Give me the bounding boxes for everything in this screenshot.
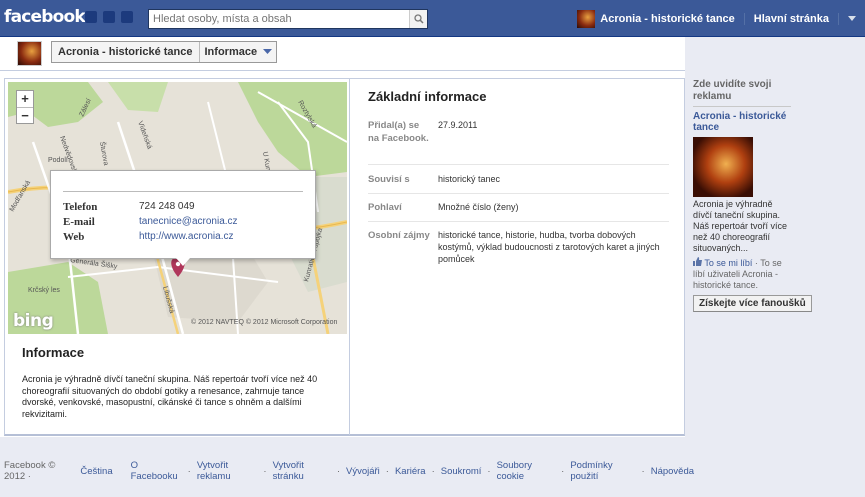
info-row-interests: Osobní zájmy historické tance, historie,… — [368, 229, 669, 271]
page-content: Acronia - historické tance Informace Zál… — [0, 37, 685, 437]
info-row-joined: Přidal(a) se na Facebook. 27.9.2011 — [368, 119, 669, 165]
popup-pointer — [176, 258, 190, 266]
ad-title-link[interactable]: Acronia - historické tance — [693, 111, 813, 133]
right-column: Základní informace Přidal(a) se na Faceb… — [351, 79, 684, 435]
ad-text: Acronia je výhradně dívčí taneční skupin… — [693, 199, 788, 253]
info-row-gender: Pohlaví Množné číslo (ženy) — [368, 201, 669, 222]
web-label: Web — [63, 231, 85, 243]
footer-link[interactable]: Soukromí — [441, 466, 482, 477]
footer-copyright: Facebook © 2012 · — [4, 460, 56, 482]
footer-link[interactable]: Soubory cookie — [497, 460, 556, 482]
info-row-value: Množné číslo (ženy) — [438, 202, 519, 212]
chevron-down-icon — [848, 16, 856, 21]
zoom-in-button[interactable]: + — [17, 91, 33, 107]
map-zoom-control: + − — [16, 90, 34, 124]
footer: Facebook © 2012 · Čeština O Facebooku · V… — [4, 460, 695, 482]
section-dropdown-label: Informace — [204, 46, 258, 58]
facebook-logo[interactable]: facebook — [4, 7, 86, 27]
zoom-out-button[interactable]: − — [17, 107, 33, 123]
map-street-label: Krčský les — [28, 287, 60, 294]
basic-info-title: Základní informace — [368, 89, 487, 104]
left-column: Zálesí Šturova Vídeňská Nedvědovská Podo… — [5, 79, 350, 435]
web-link[interactable]: http://www.acronia.cz — [139, 231, 233, 242]
info-row-label: Přidal(a) se na Facebook. — [368, 120, 429, 144]
account-menu-button[interactable] — [839, 0, 865, 37]
info-row-label: Pohlaví — [368, 202, 402, 213]
footer-language-link[interactable]: Čeština — [80, 466, 112, 477]
footer-link[interactable]: Vytvořit stránku — [273, 460, 331, 482]
breadcrumb-page-link[interactable]: Acronia - historické tance — [52, 42, 200, 62]
page-subheader: Acronia - historické tance Informace — [0, 37, 685, 71]
bing-logo: bing — [13, 311, 54, 331]
phone-value: 724 248 049 — [139, 201, 195, 212]
ads-heading[interactable]: Zde uvidíte svoji reklamu — [693, 79, 791, 107]
email-link[interactable]: tanecnice@acronia.cz — [139, 216, 238, 227]
search-icon — [413, 14, 424, 24]
messages-icon[interactable] — [103, 11, 115, 23]
email-label: E-mail — [63, 216, 95, 228]
info-row-label: Osobní zájmy — [368, 230, 430, 241]
ad-like-row: To se mi líbí · To se líbí uživateli Acr… — [693, 257, 793, 291]
info-row-value: historický tanec — [438, 174, 501, 184]
search-input[interactable] — [149, 10, 404, 28]
breadcrumb: Acronia - historické tance Informace — [51, 41, 278, 63]
info-row-related: Souvisí s historický tanec — [368, 173, 669, 194]
ads-sidebar: Zde uvidíte svoji reklamu Acronia - hist… — [693, 79, 813, 312]
info-panel: Zálesí Šturova Vídeňská Nedvědovská Podo… — [4, 78, 685, 436]
section-dropdown[interactable]: Informace — [200, 42, 277, 62]
footer-link[interactable]: O Facebooku — [131, 460, 182, 482]
user-name-link[interactable]: Acronia - historické tance — [600, 12, 745, 25]
footer-link[interactable]: Kariéra — [395, 466, 426, 477]
about-text: Acronia je výhradně dívčí taneční skupin… — [22, 374, 318, 419]
search-button[interactable] — [409, 10, 427, 28]
user-avatar[interactable] — [577, 9, 596, 28]
popup-divider — [63, 191, 303, 192]
info-row-label: Souvisí s — [368, 174, 410, 185]
footer-link[interactable]: Nápověda — [651, 466, 694, 477]
info-row-value: historické tance, historie, hudba, tvorb… — [438, 230, 660, 264]
map-contact-popup: Telefon 724 248 049 E-mail tanecnice@acr… — [50, 170, 316, 259]
top-bar-right: Acronia - historické tance Hlavní stránk… — [577, 0, 865, 37]
friend-requests-icon[interactable] — [85, 11, 97, 23]
footer-link[interactable]: Podmínky použití — [570, 460, 635, 482]
thumbs-up-icon — [693, 257, 702, 266]
footer-link[interactable]: Vytvořit reklamu — [197, 460, 258, 482]
footer-link[interactable]: Vývojáři — [346, 466, 380, 477]
notifications-icon[interactable] — [121, 11, 133, 23]
phone-label: Telefon — [63, 201, 98, 213]
page-avatar[interactable] — [17, 41, 42, 66]
notification-jewels — [85, 11, 133, 23]
location-map[interactable]: Zálesí Šturova Vídeňská Nedvědovská Podo… — [8, 82, 347, 334]
chevron-down-icon — [263, 49, 273, 54]
home-link[interactable]: Hlavní stránka — [745, 12, 839, 25]
map-copyright: © 2012 NAVTEQ © 2012 Microsoft Corporati… — [191, 319, 338, 326]
about-heading: Informace — [22, 345, 85, 360]
ad-image[interactable] — [693, 137, 753, 197]
ad-like-link[interactable]: To se mi líbí — [704, 258, 752, 268]
search-box — [148, 9, 428, 29]
map-street-label: Podolí — [48, 157, 68, 164]
get-more-fans-button[interactable]: Získejte více fanoušků — [693, 295, 812, 312]
top-bar: facebook Acronia - historické tance Hlav… — [0, 0, 865, 37]
info-row-value: 27.9.2011 — [438, 120, 478, 130]
